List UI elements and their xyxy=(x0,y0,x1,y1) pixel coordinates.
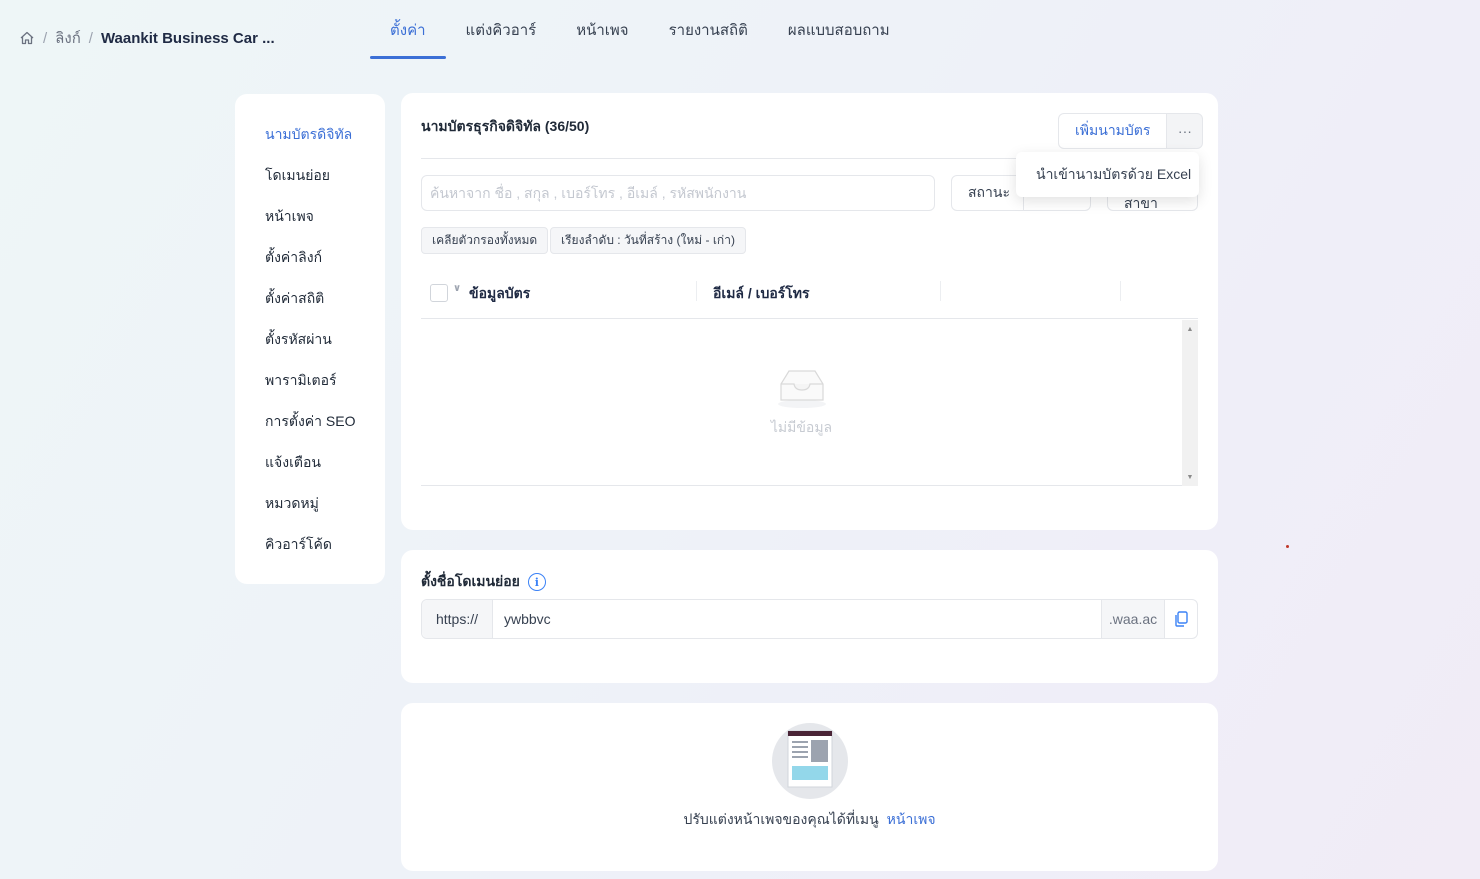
tab-page[interactable]: หน้าเพจ xyxy=(556,0,648,60)
top-navigation: / ลิงก์ / Waankit Business Car ... ตั้งค… xyxy=(0,0,1480,72)
info-icon[interactable]: i xyxy=(527,573,546,591)
customize-description: ปรับแต่งหน้าเพจของคุณได้ที่เมนู xyxy=(683,811,879,827)
sidebar-item-password[interactable]: ตั้งรหัสผ่าน xyxy=(235,329,385,370)
sidebar-item-subdomain[interactable]: โดเมนย่อย xyxy=(235,165,385,206)
subdomain-title-text: ตั้งชื่อโดเมนย่อย xyxy=(421,573,520,589)
sidebar-item-link-settings[interactable]: ตั้งค่าลิงก์ xyxy=(235,247,385,288)
sidebar-item-qr-code[interactable]: คิวอาร์โค้ด xyxy=(235,534,385,575)
sidebar-item-parameters[interactable]: พารามิเตอร์ xyxy=(235,370,385,411)
breadcrumb-links[interactable]: ลิงก์ xyxy=(55,26,81,50)
panel-title: นามบัตรธุรกิจดิจิทัล (36/50) xyxy=(421,118,590,134)
tab-qr-design[interactable]: แต่งคิวอาร์ xyxy=(446,0,557,60)
empty-inbox-icon xyxy=(775,366,829,410)
breadcrumb: / ลิงก์ / Waankit Business Car ... xyxy=(19,26,275,50)
sidebar-item-categories[interactable]: หมวดหมู่ xyxy=(235,493,385,534)
table-scrollbar[interactable]: ▲ ▼ xyxy=(1182,320,1198,486)
column-header-card-info: ข้อมูลบัตร xyxy=(469,285,531,301)
breadcrumb-current: Waankit Business Car ... xyxy=(100,29,275,47)
subdomain-url-group: https:// .waa.ac xyxy=(421,599,1198,639)
subdomain-input[interactable] xyxy=(493,600,1101,638)
table-body: ไม่มีข้อมูล ▲ ▼ xyxy=(421,320,1198,486)
breadcrumb-separator: / xyxy=(88,29,93,47)
page-customize-panel: ปรับแต่งหน้าเพจของคุณได้ที่เมนู หน้าเพจ xyxy=(401,703,1218,871)
copy-icon[interactable] xyxy=(1164,600,1197,638)
sort-chip[interactable]: เรียงลำดับ : วันที่สร้าง (ใหม่ - เก่า) xyxy=(550,227,746,254)
scroll-down-arrow-icon[interactable]: ▼ xyxy=(1182,470,1198,484)
page-customize-text: ปรับแต่งหน้าเพจของคุณได้ที่เมนู หน้าเพจ xyxy=(401,809,1218,831)
url-suffix: .waa.ac xyxy=(1101,600,1164,638)
home-icon[interactable] xyxy=(19,30,35,46)
add-card-button-group: เพิ่มนามบัตร ··· xyxy=(1058,113,1204,149)
sidebar-item-digital-card[interactable]: นามบัตรดิจิทัล xyxy=(235,124,385,165)
select-all-checkbox[interactable] xyxy=(430,284,448,302)
breadcrumb-separator: / xyxy=(43,29,48,47)
scroll-up-arrow-icon[interactable]: ▲ xyxy=(1182,322,1198,336)
url-prefix: https:// xyxy=(422,600,493,638)
column-separator xyxy=(940,281,941,301)
import-excel-menu-item[interactable]: นำเข้านามบัตรด้วย Excel xyxy=(1016,152,1199,197)
empty-state-text: ไม่มีข้อมูล xyxy=(770,419,833,435)
tab-bar: ตั้งค่า แต่งคิวอาร์ หน้าเพจ รายงานสถิติ … xyxy=(370,0,910,60)
settings-sidebar: นามบัตรดิจิทัล โดเมนย่อย หน้าเพจ ตั้งค่า… xyxy=(235,94,385,584)
subdomain-title: ตั้งชื่อโดเมนย่อย i xyxy=(421,571,546,593)
page-illustration-icon xyxy=(772,723,848,799)
subdomain-panel: ตั้งชื่อโดเมนย่อย i https:// .waa.ac xyxy=(401,550,1218,683)
table-header: ∨ ข้อมูลบัตร อีเมล์ / เบอร์โทร xyxy=(421,273,1198,319)
add-card-button[interactable]: เพิ่มนามบัตร xyxy=(1058,113,1168,149)
chevron-down-icon[interactable]: ∨ xyxy=(453,283,461,294)
column-separator xyxy=(1120,281,1121,301)
more-options-button[interactable]: ··· xyxy=(1167,113,1204,149)
clear-filters-chip[interactable]: เคลียตัวกรองทั้งหมด xyxy=(421,227,549,254)
tab-statistics[interactable]: รายงานสถิติ xyxy=(649,0,768,60)
sidebar-item-notifications[interactable]: แจ้งเตือน xyxy=(235,452,385,493)
stray-dot xyxy=(1286,545,1289,548)
tab-settings[interactable]: ตั้งค่า xyxy=(370,0,446,60)
search-input[interactable] xyxy=(421,175,935,211)
sidebar-item-stats-settings[interactable]: ตั้งค่าสถิติ xyxy=(235,288,385,329)
column-separator xyxy=(696,281,697,301)
status-filter[interactable]: สถานะ xyxy=(951,175,1024,211)
column-header-email-phone: อีเมล์ / เบอร์โทร xyxy=(713,285,810,301)
sidebar-item-page[interactable]: หน้าเพจ xyxy=(235,206,385,247)
tab-survey-results[interactable]: ผลแบบสอบถาม xyxy=(768,0,910,60)
page-menu-link[interactable]: หน้าเพจ xyxy=(887,811,936,827)
sidebar-item-seo[interactable]: การตั้งค่า SEO xyxy=(235,411,385,452)
